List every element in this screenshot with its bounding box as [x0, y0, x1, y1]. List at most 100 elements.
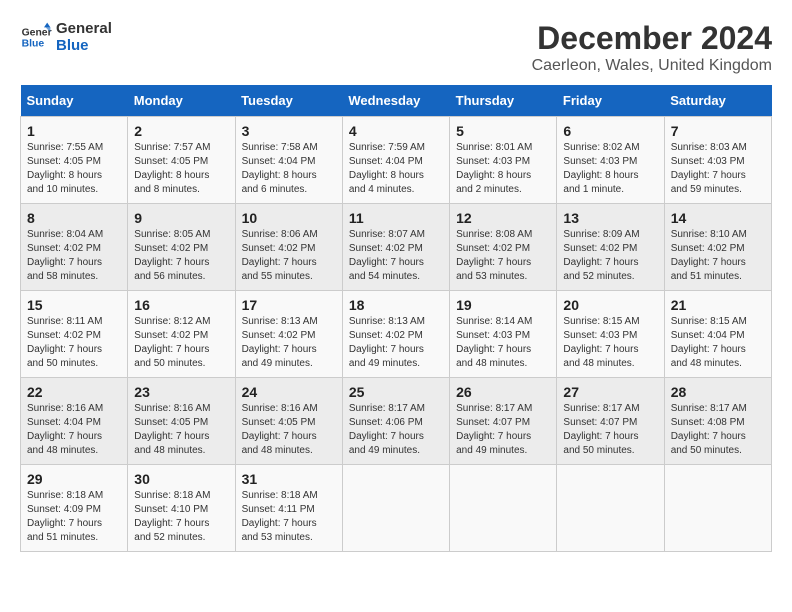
day-info: Sunrise: 7:55 AMSunset: 4:05 PMDaylight:…	[27, 141, 121, 197]
day-number: 29	[27, 471, 121, 487]
day-info: Sunrise: 8:18 AMSunset: 4:11 PMDaylight:…	[242, 489, 336, 545]
day-cell: 29 Sunrise: 8:18 AMSunset: 4:09 PMDayligh…	[21, 465, 128, 552]
header-cell-wednesday: Wednesday	[342, 85, 449, 117]
day-number: 3	[242, 123, 336, 139]
day-cell: 17 Sunrise: 8:13 AMSunset: 4:02 PMDayligh…	[235, 291, 342, 378]
day-info: Sunrise: 8:06 AMSunset: 4:02 PMDaylight:…	[242, 228, 336, 284]
day-number: 28	[671, 384, 765, 400]
day-info: Sunrise: 8:17 AMSunset: 4:07 PMDaylight:…	[456, 402, 550, 458]
day-number: 13	[563, 210, 657, 226]
day-info: Sunrise: 8:05 AMSunset: 4:02 PMDaylight:…	[134, 228, 228, 284]
day-number: 24	[242, 384, 336, 400]
day-info: Sunrise: 8:03 AMSunset: 4:03 PMDaylight:…	[671, 141, 765, 197]
day-number: 5	[456, 123, 550, 139]
week-row-1: 1Sunrise: 7:55 AMSunset: 4:05 PMDaylight…	[21, 117, 772, 204]
day-info: Sunrise: 7:58 AMSunset: 4:04 PMDaylight:…	[242, 141, 336, 197]
day-cell: 21Sunrise: 8:15 AMSunset: 4:04 PMDayligh…	[664, 291, 771, 378]
day-cell: 23 Sunrise: 8:16 AMSunset: 4:05 PMDayligh…	[128, 378, 235, 465]
day-info: Sunrise: 8:16 AMSunset: 4:05 PMDaylight:…	[134, 402, 228, 458]
week-row-3: 15Sunrise: 8:11 AMSunset: 4:02 PMDayligh…	[21, 291, 772, 378]
day-info: Sunrise: 8:10 AMSunset: 4:02 PMDaylight:…	[671, 228, 765, 284]
day-cell: 4 Sunrise: 7:59 AMSunset: 4:04 PMDaylight…	[342, 117, 449, 204]
day-info: Sunrise: 8:02 AMSunset: 4:03 PMDaylight:…	[563, 141, 657, 197]
day-number: 8	[27, 210, 121, 226]
logo-blue: Blue	[56, 37, 112, 54]
week-row-4: 22 Sunrise: 8:16 AMSunset: 4:04 PMDayligh…	[21, 378, 772, 465]
day-cell: 10 Sunrise: 8:06 AMSunset: 4:02 PMDayligh…	[235, 204, 342, 291]
day-number: 6	[563, 123, 657, 139]
day-number: 7	[671, 123, 765, 139]
day-info: Sunrise: 8:08 AMSunset: 4:02 PMDaylight:…	[456, 228, 550, 284]
logo-icon: General Blue	[20, 21, 52, 53]
day-cell: 13Sunrise: 8:09 AMSunset: 4:02 PMDayligh…	[557, 204, 664, 291]
header-cell-sunday: Sunday	[21, 85, 128, 117]
day-cell: 24 Sunrise: 8:16 AMSunset: 4:05 PMDayligh…	[235, 378, 342, 465]
day-cell: 31 Sunrise: 8:18 AMSunset: 4:11 PMDayligh…	[235, 465, 342, 552]
day-number: 12	[456, 210, 550, 226]
day-cell: 22 Sunrise: 8:16 AMSunset: 4:04 PMDayligh…	[21, 378, 128, 465]
week-row-5: 29 Sunrise: 8:18 AMSunset: 4:09 PMDayligh…	[21, 465, 772, 552]
day-info: Sunrise: 8:15 AMSunset: 4:03 PMDaylight:…	[563, 315, 657, 371]
day-info: Sunrise: 8:18 AMSunset: 4:09 PMDaylight:…	[27, 489, 121, 545]
day-cell: 25Sunrise: 8:17 AMSunset: 4:06 PMDayligh…	[342, 378, 449, 465]
day-info: Sunrise: 8:14 AMSunset: 4:03 PMDaylight:…	[456, 315, 550, 371]
day-info: Sunrise: 8:13 AMSunset: 4:02 PMDaylight:…	[349, 315, 443, 371]
header-cell-friday: Friday	[557, 85, 664, 117]
day-cell: 12 Sunrise: 8:08 AMSunset: 4:02 PMDayligh…	[450, 204, 557, 291]
day-cell: 8 Sunrise: 8:04 AMSunset: 4:02 PMDaylight…	[21, 204, 128, 291]
day-cell: 3 Sunrise: 7:58 AMSunset: 4:04 PMDaylight…	[235, 117, 342, 204]
day-cell	[557, 465, 664, 552]
day-cell: 30Sunrise: 8:18 AMSunset: 4:10 PMDayligh…	[128, 465, 235, 552]
day-info: Sunrise: 8:13 AMSunset: 4:02 PMDaylight:…	[242, 315, 336, 371]
calendar-table: SundayMondayTuesdayWednesdayThursdayFrid…	[20, 85, 772, 552]
day-info: Sunrise: 8:15 AMSunset: 4:04 PMDaylight:…	[671, 315, 765, 371]
day-number: 23	[134, 384, 228, 400]
day-cell: 15Sunrise: 8:11 AMSunset: 4:02 PMDayligh…	[21, 291, 128, 378]
day-cell: 18 Sunrise: 8:13 AMSunset: 4:02 PMDayligh…	[342, 291, 449, 378]
logo-general: General	[56, 20, 112, 37]
logo: General Blue General Blue	[20, 20, 112, 54]
day-info: Sunrise: 7:59 AMSunset: 4:04 PMDaylight:…	[349, 141, 443, 197]
day-cell: 6 Sunrise: 8:02 AMSunset: 4:03 PMDaylight…	[557, 117, 664, 204]
day-number: 14	[671, 210, 765, 226]
day-number: 22	[27, 384, 121, 400]
day-cell: 14 Sunrise: 8:10 AMSunset: 4:02 PMDayligh…	[664, 204, 771, 291]
day-cell: 2 Sunrise: 7:57 AMSunset: 4:05 PMDaylight…	[128, 117, 235, 204]
day-info: Sunrise: 7:57 AMSunset: 4:05 PMDaylight:…	[134, 141, 228, 197]
page-header: General Blue General Blue December 2024 …	[20, 20, 772, 75]
header-row: SundayMondayTuesdayWednesdayThursdayFrid…	[21, 85, 772, 117]
page-title: December 2024	[532, 20, 772, 57]
page-subtitle: Caerleon, Wales, United Kingdom	[532, 57, 772, 75]
day-number: 17	[242, 297, 336, 313]
day-info: Sunrise: 8:16 AMSunset: 4:04 PMDaylight:…	[27, 402, 121, 458]
day-cell: 5 Sunrise: 8:01 AMSunset: 4:03 PMDaylight…	[450, 117, 557, 204]
header-cell-thursday: Thursday	[450, 85, 557, 117]
day-cell: 11Sunrise: 8:07 AMSunset: 4:02 PMDayligh…	[342, 204, 449, 291]
week-row-2: 8 Sunrise: 8:04 AMSunset: 4:02 PMDaylight…	[21, 204, 772, 291]
day-info: Sunrise: 8:12 AMSunset: 4:02 PMDaylight:…	[134, 315, 228, 371]
day-cell	[664, 465, 771, 552]
day-number: 26	[456, 384, 550, 400]
svg-text:Blue: Blue	[22, 39, 45, 50]
day-number: 4	[349, 123, 443, 139]
header-cell-tuesday: Tuesday	[235, 85, 342, 117]
day-number: 31	[242, 471, 336, 487]
day-info: Sunrise: 8:17 AMSunset: 4:06 PMDaylight:…	[349, 402, 443, 458]
header-cell-monday: Monday	[128, 85, 235, 117]
day-info: Sunrise: 8:11 AMSunset: 4:02 PMDaylight:…	[27, 315, 121, 371]
day-number: 18	[349, 297, 443, 313]
day-number: 2	[134, 123, 228, 139]
day-number: 10	[242, 210, 336, 226]
day-info: Sunrise: 8:04 AMSunset: 4:02 PMDaylight:…	[27, 228, 121, 284]
day-info: Sunrise: 8:01 AMSunset: 4:03 PMDaylight:…	[456, 141, 550, 197]
day-cell: 9Sunrise: 8:05 AMSunset: 4:02 PMDaylight…	[128, 204, 235, 291]
day-info: Sunrise: 8:16 AMSunset: 4:05 PMDaylight:…	[242, 402, 336, 458]
day-cell: 16 Sunrise: 8:12 AMSunset: 4:02 PMDayligh…	[128, 291, 235, 378]
day-info: Sunrise: 8:17 AMSunset: 4:07 PMDaylight:…	[563, 402, 657, 458]
day-cell: 26 Sunrise: 8:17 AMSunset: 4:07 PMDayligh…	[450, 378, 557, 465]
day-cell: 27Sunrise: 8:17 AMSunset: 4:07 PMDayligh…	[557, 378, 664, 465]
title-block: December 2024 Caerleon, Wales, United Ki…	[532, 20, 772, 75]
day-number: 16	[134, 297, 228, 313]
day-cell: 20Sunrise: 8:15 AMSunset: 4:03 PMDayligh…	[557, 291, 664, 378]
day-number: 30	[134, 471, 228, 487]
